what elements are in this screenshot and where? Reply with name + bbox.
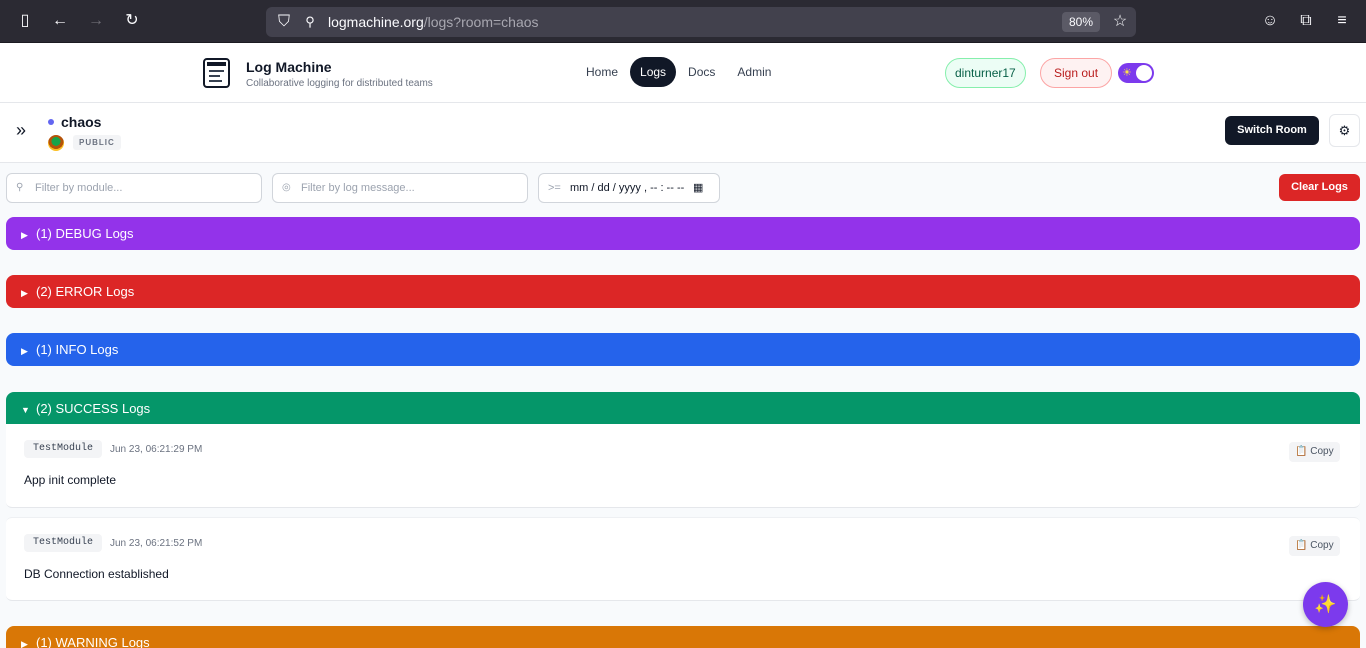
date-filter[interactable]: >= mm / dd / yyyy , -- : -- -- ▦: [538, 173, 720, 203]
expand-sidebar-icon[interactable]: »: [11, 120, 31, 140]
zoom-level-badge[interactable]: 80%: [1062, 12, 1101, 32]
module-filter: ⚲: [6, 173, 262, 203]
main-nav: Home Logs Docs Admin: [576, 57, 781, 87]
filter-settings-icon[interactable]: ⚙: [1329, 114, 1360, 147]
module-badge: TestModule: [24, 534, 103, 552]
site-info-icon[interactable]: ⚲: [299, 11, 321, 33]
address-bar[interactable]: ⛉ ⚲ logmachine.org/logs?room=chaos 80% ☆: [266, 7, 1136, 37]
copy-button[interactable]: 📋 Copy: [1289, 536, 1340, 556]
copy-button[interactable]: 📋 Copy: [1289, 442, 1340, 462]
reload-icon[interactable]: ↻: [121, 10, 143, 32]
app-header: Log Machine Collaborative logging for di…: [0, 43, 1366, 103]
warning-logs-group[interactable]: ▶ (1) WARNING Logs: [6, 626, 1360, 648]
url-text[interactable]: logmachine.org/logs?room=chaos: [328, 14, 539, 30]
browser-toolbar: ▯ ← → ↻ ⛉ ⚲ logmachine.org/logs?room=cha…: [0, 0, 1366, 43]
group-label: (2) SUCCESS Logs: [36, 401, 151, 416]
app-title[interactable]: Log Machine: [246, 59, 332, 75]
error-logs-group[interactable]: ▶ (2) ERROR Logs: [6, 275, 1360, 308]
debug-logs-group[interactable]: ▶ (1) DEBUG Logs: [6, 217, 1360, 250]
nav-docs[interactable]: Docs: [678, 57, 725, 87]
room-name: chaos: [61, 114, 102, 130]
room-status-dot: [48, 119, 54, 125]
toggle-knob: [1136, 65, 1152, 81]
profile-avatar-icon[interactable]: ☺: [1259, 10, 1281, 32]
forward-arrow-icon[interactable]: →: [85, 10, 107, 32]
sign-out-button[interactable]: Sign out: [1040, 58, 1113, 88]
username-pill[interactable]: dinturner17: [945, 58, 1026, 88]
collapsed-arrow-icon: ▶: [21, 230, 28, 240]
group-label: (2) ERROR Logs: [36, 284, 135, 299]
search-icon: ⚲: [16, 182, 24, 193]
nav-home[interactable]: Home: [576, 57, 628, 87]
url-domain: logmachine.org: [328, 14, 424, 30]
calendar-icon[interactable]: ▦: [693, 181, 703, 194]
log-message: DB Connection established: [24, 567, 169, 581]
collapsed-arrow-icon: ▶: [21, 346, 28, 356]
back-arrow-icon[interactable]: ←: [49, 10, 71, 32]
sun-icon: ☀: [1122, 67, 1132, 79]
hamburger-menu-icon[interactable]: ≡: [1331, 10, 1353, 32]
message-filter-icon: ◎: [282, 182, 291, 193]
group-label: (1) WARNING Logs: [36, 635, 150, 648]
log-timestamp: Jun 23, 06:21:52 PM: [110, 538, 203, 549]
sparkles-icon[interactable]: ✨: [1303, 582, 1348, 627]
info-logs-group[interactable]: ▶ (1) INFO Logs: [6, 333, 1360, 366]
nav-logs[interactable]: Logs: [630, 57, 677, 87]
module-filter-input[interactable]: [35, 174, 255, 202]
sidebar-icon[interactable]: ▯: [14, 10, 36, 32]
switch-room-button[interactable]: Switch Room: [1225, 116, 1319, 145]
room-owner-avatar: [48, 135, 64, 151]
group-label: (1) INFO Logs: [36, 342, 119, 357]
log-entry: TestModule Jun 23, 06:21:52 PM DB Connec…: [6, 517, 1360, 601]
shield-icon[interactable]: ⛉: [273, 11, 295, 33]
extensions-icon[interactable]: ⧉: [1295, 10, 1317, 32]
visibility-badge: PUBLIC: [73, 135, 121, 150]
date-time-input[interactable]: mm / dd / yyyy , -- : -- --: [570, 182, 684, 194]
message-filter: ◎: [272, 173, 528, 203]
success-logs-group[interactable]: ▼ (2) SUCCESS Logs: [6, 392, 1360, 425]
log-machine-logo-icon[interactable]: [203, 58, 230, 88]
bookmark-star-icon[interactable]: ☆: [1109, 11, 1131, 33]
room-bar: » chaos PUBLIC Switch Room ⚙: [0, 103, 1366, 163]
theme-toggle[interactable]: ☀: [1118, 63, 1154, 83]
app-subtitle: Collaborative logging for distributed te…: [246, 78, 433, 89]
log-timestamp: Jun 23, 06:21:29 PM: [110, 444, 203, 455]
date-prefix: >=: [548, 182, 561, 194]
collapsed-arrow-icon: ▶: [21, 639, 28, 648]
collapsed-arrow-icon: ▶: [21, 288, 28, 298]
log-message: App init complete: [24, 473, 117, 487]
url-path: /logs?room=chaos: [423, 14, 539, 30]
nav-admin[interactable]: Admin: [727, 57, 781, 87]
message-filter-input[interactable]: [301, 174, 521, 202]
log-entry: TestModule Jun 23, 06:21:29 PM App init …: [6, 424, 1360, 508]
expanded-arrow-icon: ▼: [21, 405, 30, 415]
clear-logs-button[interactable]: Clear Logs: [1279, 174, 1360, 201]
group-label: (1) DEBUG Logs: [36, 226, 134, 241]
module-badge: TestModule: [24, 440, 103, 458]
